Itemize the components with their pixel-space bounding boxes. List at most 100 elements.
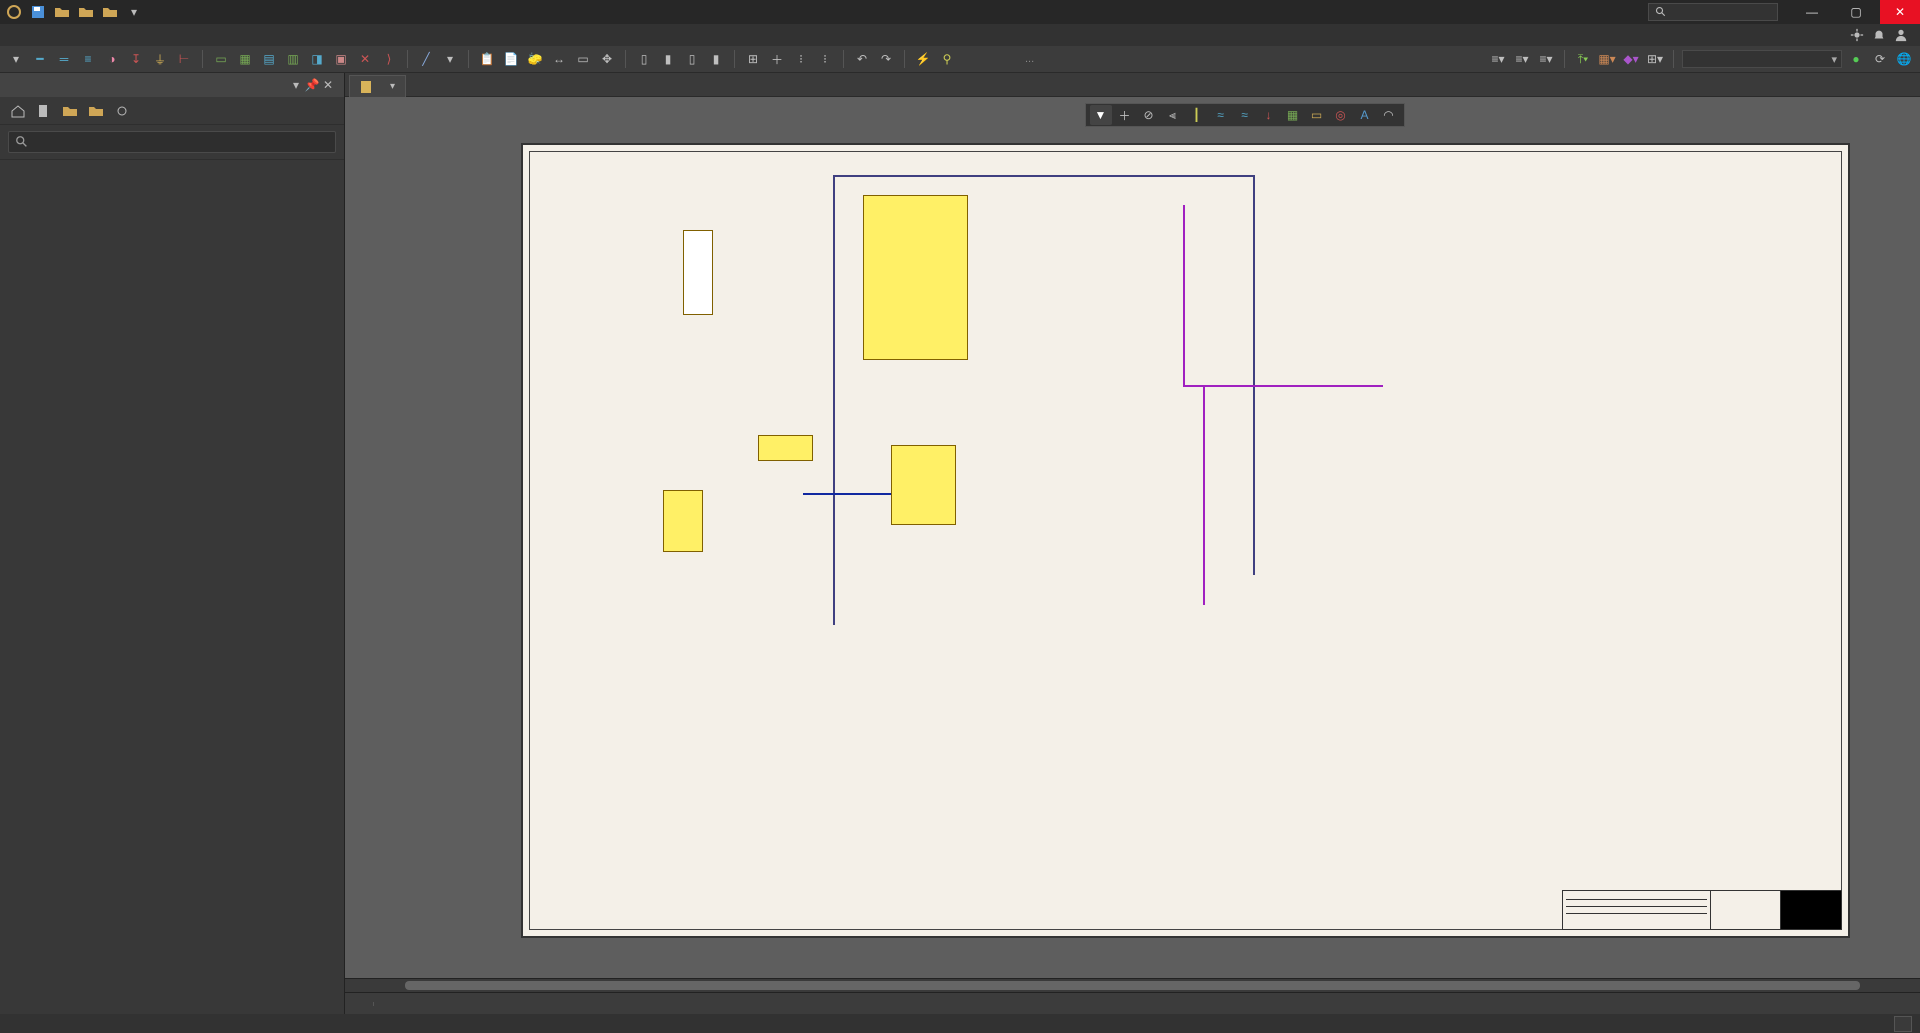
- plus-icon[interactable]: ＋: [1114, 105, 1136, 125]
- place-port-icon[interactable]: ▭: [211, 49, 231, 69]
- close-button[interactable]: ✕: [1880, 0, 1920, 24]
- menu-help[interactable]: [184, 33, 204, 37]
- place-noerc-icon[interactable]: ✕: [355, 49, 375, 69]
- draw-line-icon[interactable]: ╱: [416, 49, 436, 69]
- place-net-icon[interactable]: ⊢: [174, 49, 194, 69]
- align-icon-1[interactable]: ▯: [634, 49, 654, 69]
- align-icon-4[interactable]: ▮: [706, 49, 726, 69]
- text-icon[interactable]: A: [1354, 105, 1376, 125]
- redo-icon[interactable]: ↷: [876, 49, 896, 69]
- align-vert-icon[interactable]: ┃: [1186, 105, 1208, 125]
- arc-icon[interactable]: ◠: [1378, 105, 1400, 125]
- ic-u11b[interactable]: [891, 445, 956, 525]
- projects-tree[interactable]: [0, 160, 344, 1014]
- ic-regulator[interactable]: [663, 490, 703, 552]
- layout-opt2-icon[interactable]: ≡▾: [1512, 49, 1532, 69]
- strike-icon[interactable]: ⊘: [1138, 105, 1160, 125]
- ic-tristate[interactable]: [758, 435, 813, 461]
- chart-opt3-icon[interactable]: ◆▾: [1621, 49, 1641, 69]
- conn-j11[interactable]: [683, 230, 713, 315]
- menu-view[interactable]: [44, 33, 64, 37]
- panel-folder2-icon[interactable]: [88, 103, 104, 119]
- global-search[interactable]: [1648, 3, 1778, 21]
- grid-plus-icon[interactable]: ＋: [767, 49, 787, 69]
- minimize-button[interactable]: —: [1792, 0, 1832, 24]
- chart-opt4-icon[interactable]: ⊞▾: [1645, 49, 1665, 69]
- move-icon[interactable]: ↔: [549, 49, 569, 69]
- menu-place[interactable]: [84, 33, 104, 37]
- ic-u11a[interactable]: [863, 195, 968, 360]
- place-device-icon[interactable]: ▥: [283, 49, 303, 69]
- place-harness-icon[interactable]: ▤: [259, 49, 279, 69]
- panel-close-icon[interactable]: ✕: [320, 78, 336, 92]
- group-icon[interactable]: ▦: [1282, 105, 1304, 125]
- chart-opt2-icon[interactable]: ▦▾: [1597, 49, 1617, 69]
- paste-icon[interactable]: 📄: [501, 49, 521, 69]
- vcs-globe-icon[interactable]: 🌐: [1894, 49, 1914, 69]
- user-icon[interactable]: [1894, 28, 1908, 42]
- menu-file[interactable]: [4, 33, 24, 37]
- arrow-down-icon[interactable]: ↓: [1258, 105, 1280, 125]
- toolbar-overflow[interactable]: ...: [1021, 53, 1038, 65]
- panel-new-icon[interactable]: [36, 103, 52, 119]
- rubber-icon[interactable]: 🧽: [525, 49, 545, 69]
- cross-probe-icon[interactable]: ⚲: [937, 49, 957, 69]
- align-icon-2[interactable]: ▮: [658, 49, 678, 69]
- highlight-icon[interactable]: ⚡: [913, 49, 933, 69]
- vcs-green-icon[interactable]: ●: [1846, 49, 1866, 69]
- filter-icon[interactable]: ▼: [1090, 105, 1112, 125]
- place-wire-icon[interactable]: ━: [30, 49, 50, 69]
- document-tab-dropdown-icon[interactable]: ▾: [390, 81, 395, 92]
- schematic-canvas[interactable]: [361, 113, 1920, 978]
- editor-tab[interactable]: [345, 1002, 374, 1006]
- panel-home-icon[interactable]: [10, 103, 26, 119]
- bell-icon[interactable]: [1872, 28, 1886, 42]
- maximize-button[interactable]: ▢: [1836, 0, 1876, 24]
- undo-icon[interactable]: ↶: [852, 49, 872, 69]
- dropdown-icon[interactable]: ▾: [126, 4, 142, 20]
- port-float-icon[interactable]: ▭: [1306, 105, 1328, 125]
- open-folder3-icon[interactable]: [102, 4, 118, 20]
- horizontal-scrollbar[interactable]: [345, 978, 1920, 992]
- place-part-icon[interactable]: ◑: [102, 49, 122, 69]
- chart-opt1-icon[interactable]: ⤒▾: [1573, 49, 1593, 69]
- menu-window[interactable]: [164, 33, 184, 37]
- panel-pin-icon[interactable]: 📌: [304, 78, 320, 92]
- menu-edit[interactable]: [24, 33, 44, 37]
- clipboard-icon[interactable]: 📋: [477, 49, 497, 69]
- open-folder-icon[interactable]: [54, 4, 70, 20]
- align-icon-3[interactable]: ▯: [682, 49, 702, 69]
- drag-icon[interactable]: ✥: [597, 49, 617, 69]
- select-icon[interactable]: ▭: [573, 49, 593, 69]
- layout-opt3-icon[interactable]: ≡▾: [1536, 49, 1556, 69]
- place-signal-icon[interactable]: ≡: [78, 49, 98, 69]
- place-bus-icon[interactable]: ═: [54, 49, 74, 69]
- layout-opt1-icon[interactable]: ≡▾: [1488, 49, 1508, 69]
- path-display[interactable]: ▾: [1682, 50, 1842, 68]
- projects-search-input[interactable]: [8, 131, 336, 153]
- wave1-icon[interactable]: ≈: [1210, 105, 1232, 125]
- wave2-icon[interactable]: ≈: [1234, 105, 1256, 125]
- probe-icon[interactable]: ◎: [1330, 105, 1352, 125]
- open-folder2-icon[interactable]: [78, 4, 94, 20]
- activebar-dropdown-icon[interactable]: ▾: [6, 49, 26, 69]
- save-icon[interactable]: [30, 4, 46, 20]
- grid-snap-icon[interactable]: ⊞: [743, 49, 763, 69]
- gear-icon[interactable]: [1850, 28, 1864, 42]
- panel-folder-icon[interactable]: [62, 103, 78, 119]
- find-sel2-icon[interactable]: ⁝: [815, 49, 835, 69]
- place-ground-icon[interactable]: ⏚: [150, 49, 170, 69]
- align-left-icon[interactable]: ⫷: [1162, 105, 1184, 125]
- place-entry-icon[interactable]: ◨: [307, 49, 327, 69]
- draw-dropdown-icon[interactable]: ▾: [440, 49, 460, 69]
- menu-reports[interactable]: [144, 33, 164, 37]
- document-tab[interactable]: ▾: [349, 75, 406, 97]
- panel-dropdown-icon[interactable]: ▾: [288, 78, 304, 92]
- menu-design[interactable]: [104, 33, 124, 37]
- panels-button[interactable]: [1894, 1016, 1912, 1032]
- place-direct-icon[interactable]: ⟩: [379, 49, 399, 69]
- vcs-sync-icon[interactable]: ⟳: [1870, 49, 1890, 69]
- panel-gear-icon[interactable]: [114, 103, 130, 119]
- menu-project[interactable]: [64, 33, 84, 37]
- place-nogo-icon[interactable]: ▣: [331, 49, 351, 69]
